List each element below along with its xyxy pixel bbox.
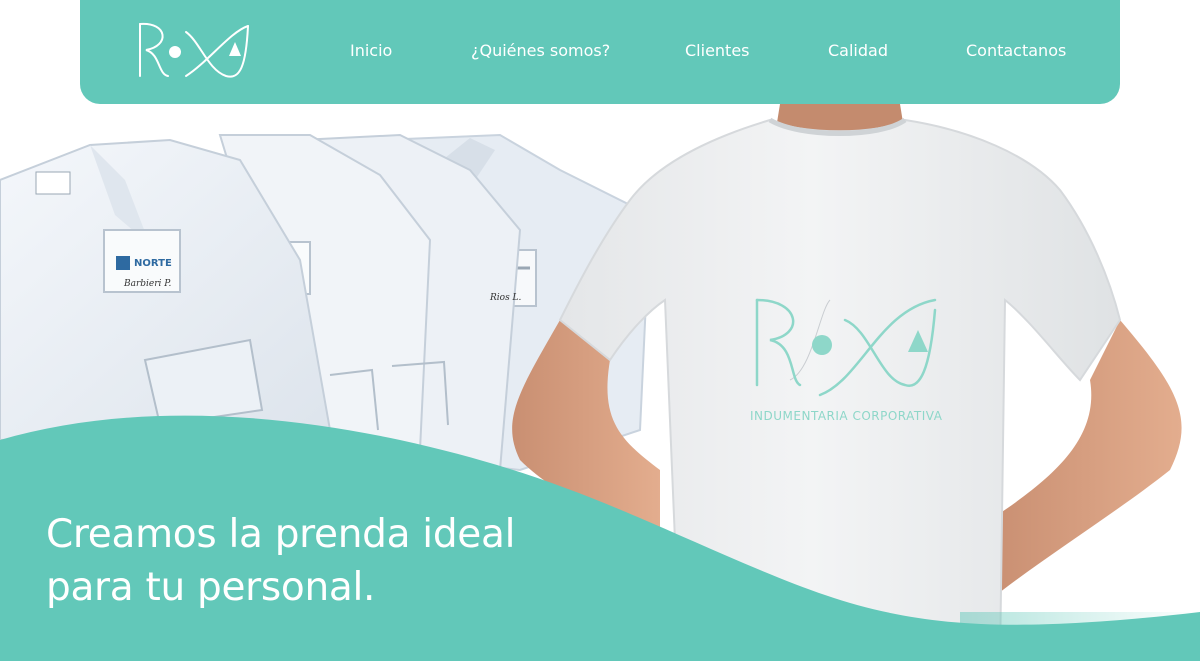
roxa-logo[interactable] [138, 18, 258, 86]
hero-headline-line1: Creamos la prenda ideal [46, 512, 516, 557]
shirt-logo-tagline: INDUMENTARIA CORPORATIVA [750, 409, 943, 423]
hero-headline: Creamos la prenda ideal para tu personal… [46, 508, 606, 614]
top-navbar: Inicio ¿Quiénes somos? Clientes Calidad … [80, 0, 1120, 104]
scrub-name-1: Barbieri P. [123, 279, 172, 289]
scrub-name-2: Rios L. [489, 293, 522, 303]
nav-clientes[interactable]: Clientes [685, 41, 750, 61]
hero-headline-line2: para tu personal. [46, 565, 376, 610]
nav-quienes-somos[interactable]: ¿Quiénes somos? [471, 41, 610, 61]
nav-calidad[interactable]: Calidad [828, 41, 888, 61]
nav-inicio[interactable]: Inicio [350, 41, 392, 61]
nav-contactanos[interactable]: Contactanos [966, 41, 1066, 61]
scrub-badge: NORTE [134, 258, 172, 269]
